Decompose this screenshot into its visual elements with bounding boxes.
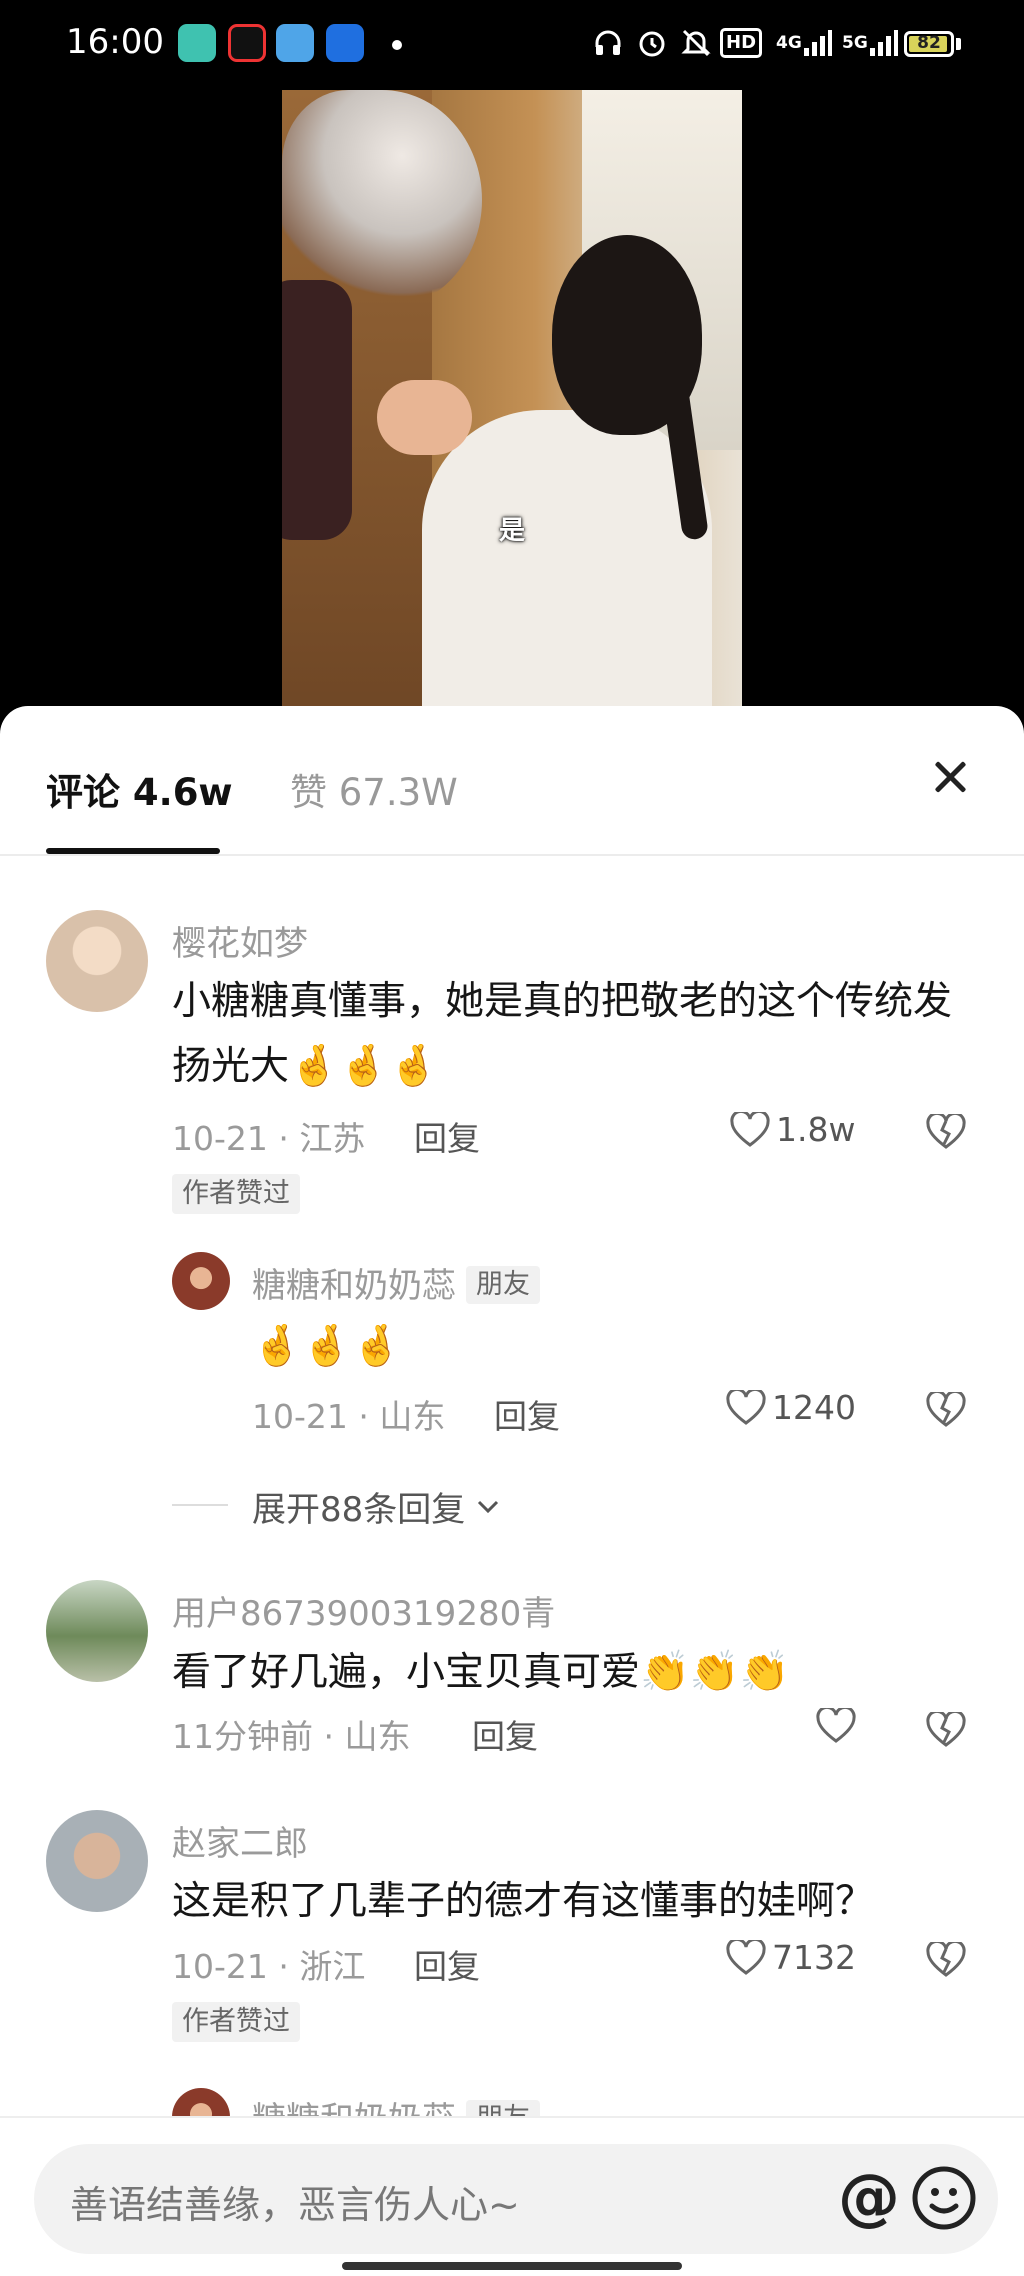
dislike-icon[interactable] [926,1114,966,1150]
comment-text: 这是积了几辈子的德才有这懂事的娃啊？ [172,1879,875,1924]
expand-replies-button[interactable]: 展开88条回复 [252,1482,505,1531]
reply-button[interactable]: 回复 [414,1940,480,1988]
author-liked-badge: 作者赞过 [172,2002,300,2042]
video-frame: 是 [282,90,742,730]
signal-4g-icon: 4G [776,26,832,60]
comment-meta: 10-21 · 浙江 [172,1947,366,1986]
tab-comments[interactable]: 评论 4.6w [46,762,233,816]
like-button[interactable]: 1240 [726,1388,856,1427]
home-indicator[interactable] [342,2262,682,2270]
heart-icon [726,1939,766,1975]
comment-author[interactable]: 赵家二郎 [172,1816,308,1865]
alarm-icon [636,26,668,60]
like-count: 1240 [772,1388,856,1427]
battery-icon: 82 [904,31,954,57]
like-count: 7132 [772,1938,856,1977]
chevron-down-icon [478,1500,499,1513]
status-bar: 16:00 HD 4G 5G 82 [0,0,1024,90]
reply-button[interactable]: 回复 [414,1112,480,1160]
like-button[interactable] [816,1708,856,1744]
reply-button[interactable]: 回复 [494,1390,560,1438]
app-icon-1 [178,24,216,62]
heart-icon [816,1708,856,1743]
comment-text: 看了好几遍，小宝贝真可爱👏👏👏 [172,1649,790,1695]
comment-input[interactable]: 善语结善缘，恶言伤人心~ @ [34,2144,998,2254]
reply-author: 糖糖和奶奶蕊朋友 [252,1258,540,1307]
status-time: 16:00 [66,22,164,62]
input-placeholder: 善语结善缘，恶言伤人心~ [70,2183,520,2227]
friend-tag: 朋友 [466,1266,540,1304]
signal-5g-icon: 5G [842,26,898,60]
app-icon-2 [228,24,266,62]
avatar[interactable] [46,1580,148,1682]
heart-icon [726,1389,766,1425]
comment-author[interactable]: 用户8673900319280青 [172,1586,555,1635]
avatar[interactable] [172,1252,230,1310]
author-liked-badge: 作者赞过 [172,1174,300,1214]
at-icon[interactable]: @ [834,2164,904,2234]
video-subtitle: 是 [498,516,525,546]
reply-meta: 10-21 · 山东 [252,1397,446,1436]
dislike-icon[interactable] [926,1392,966,1428]
clapping-emoji: 👏👏👏 [640,1649,790,1695]
like-button[interactable]: 7132 [726,1938,856,1977]
close-icon[interactable] [928,754,974,800]
app-icon-4 [326,24,364,62]
comment-tabs: 评论 4.6w 赞 67.3W [0,706,1024,856]
tab-likes[interactable]: 赞 67.3W [290,762,458,816]
like-button[interactable]: 1.8w [730,1110,855,1149]
heart-icon [730,1111,770,1147]
comment-meta: 10-21 · 江苏 [172,1119,366,1158]
screen: 16:00 HD 4G 5G 82 是 评论 4.6w 赞 67.3W 樱花如梦… [0,0,1024,2276]
reply-button[interactable]: 回复 [472,1710,538,1758]
notification-dot [392,40,402,50]
comment-panel: 评论 4.6w 赞 67.3W 樱花如梦 小糖糖真懂事，她是真的把敬老的这个传统… [0,706,1024,2276]
emoji-icon[interactable] [910,2164,978,2232]
finger-heart-emoji: 🤞🤞🤞 [289,1043,439,1089]
video-player[interactable]: 是 [0,90,1024,730]
dislike-icon[interactable] [926,1712,966,1748]
reply-text: 🤞🤞🤞 [252,1314,1024,1379]
avatar[interactable] [46,1810,148,1912]
finger-heart-emoji: 🤞🤞🤞 [252,1323,402,1369]
like-count: 1.8w [776,1110,856,1149]
comment-author[interactable]: 樱花如梦 [172,916,308,965]
avatar[interactable] [46,910,148,1012]
comment-input-bar: 善语结善缘，恶言伤人心~ @ [0,2116,1024,2276]
hd-icon: HD [720,26,763,60]
active-tab-indicator [46,848,220,854]
dislike-icon[interactable] [926,1942,966,1978]
comment-meta: 11分钟前 · 山东 [172,1717,411,1756]
mute-icon [680,26,712,60]
headphone-icon [592,26,624,60]
app-icon-3 [276,24,314,62]
expand-divider [172,1504,228,1506]
comment-text: 小糖糖真懂事，她是真的把敬老的这个传统发扬光大🤞🤞🤞 [172,979,953,1089]
